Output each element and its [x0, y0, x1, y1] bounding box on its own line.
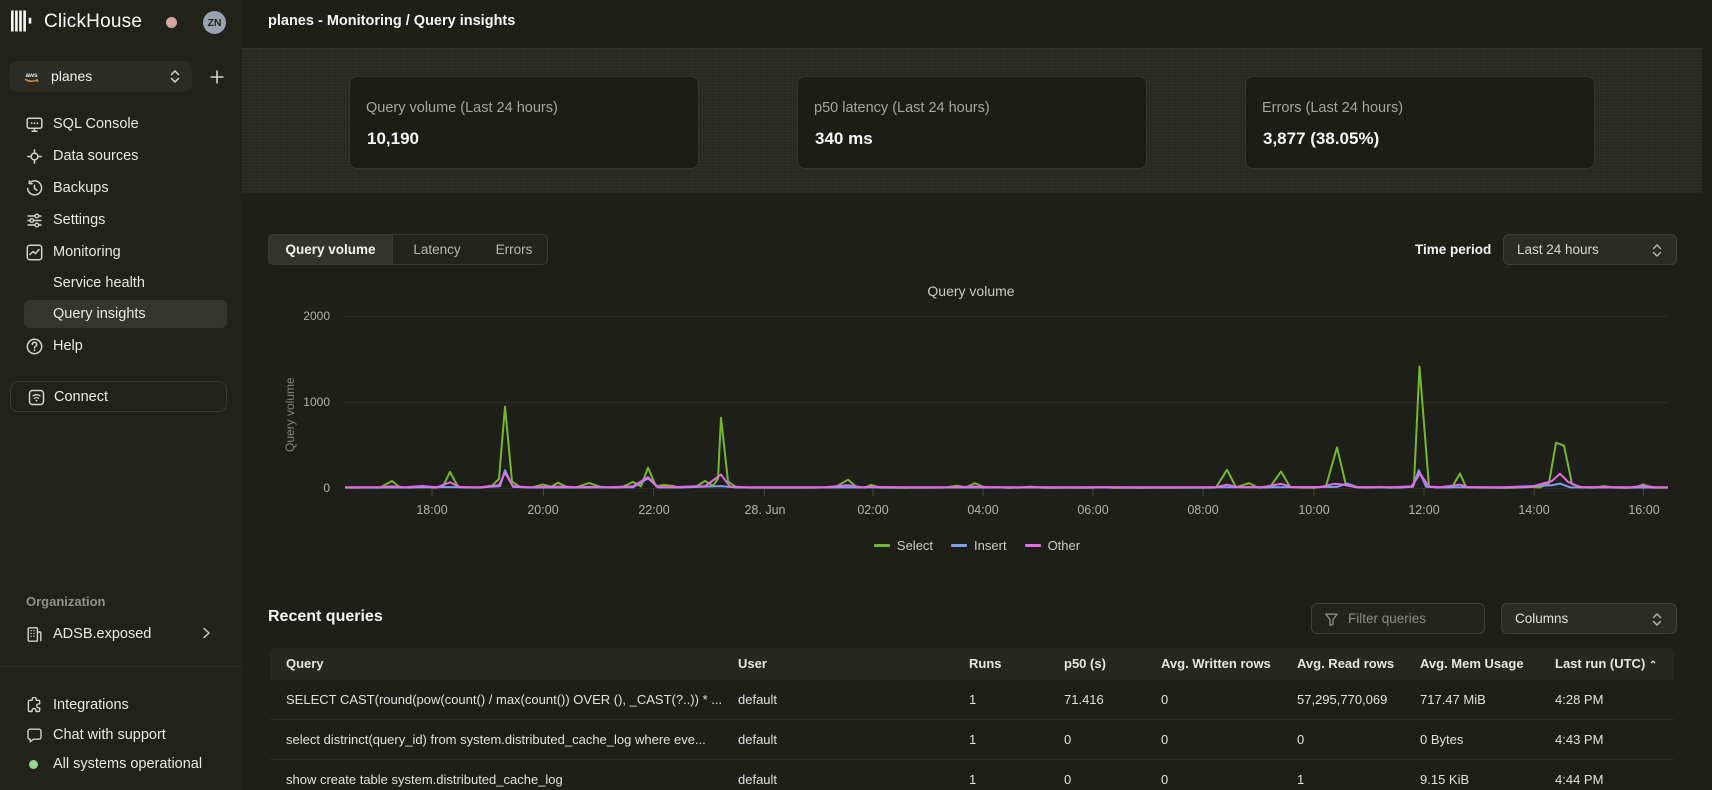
svg-text:aws: aws [25, 72, 38, 79]
